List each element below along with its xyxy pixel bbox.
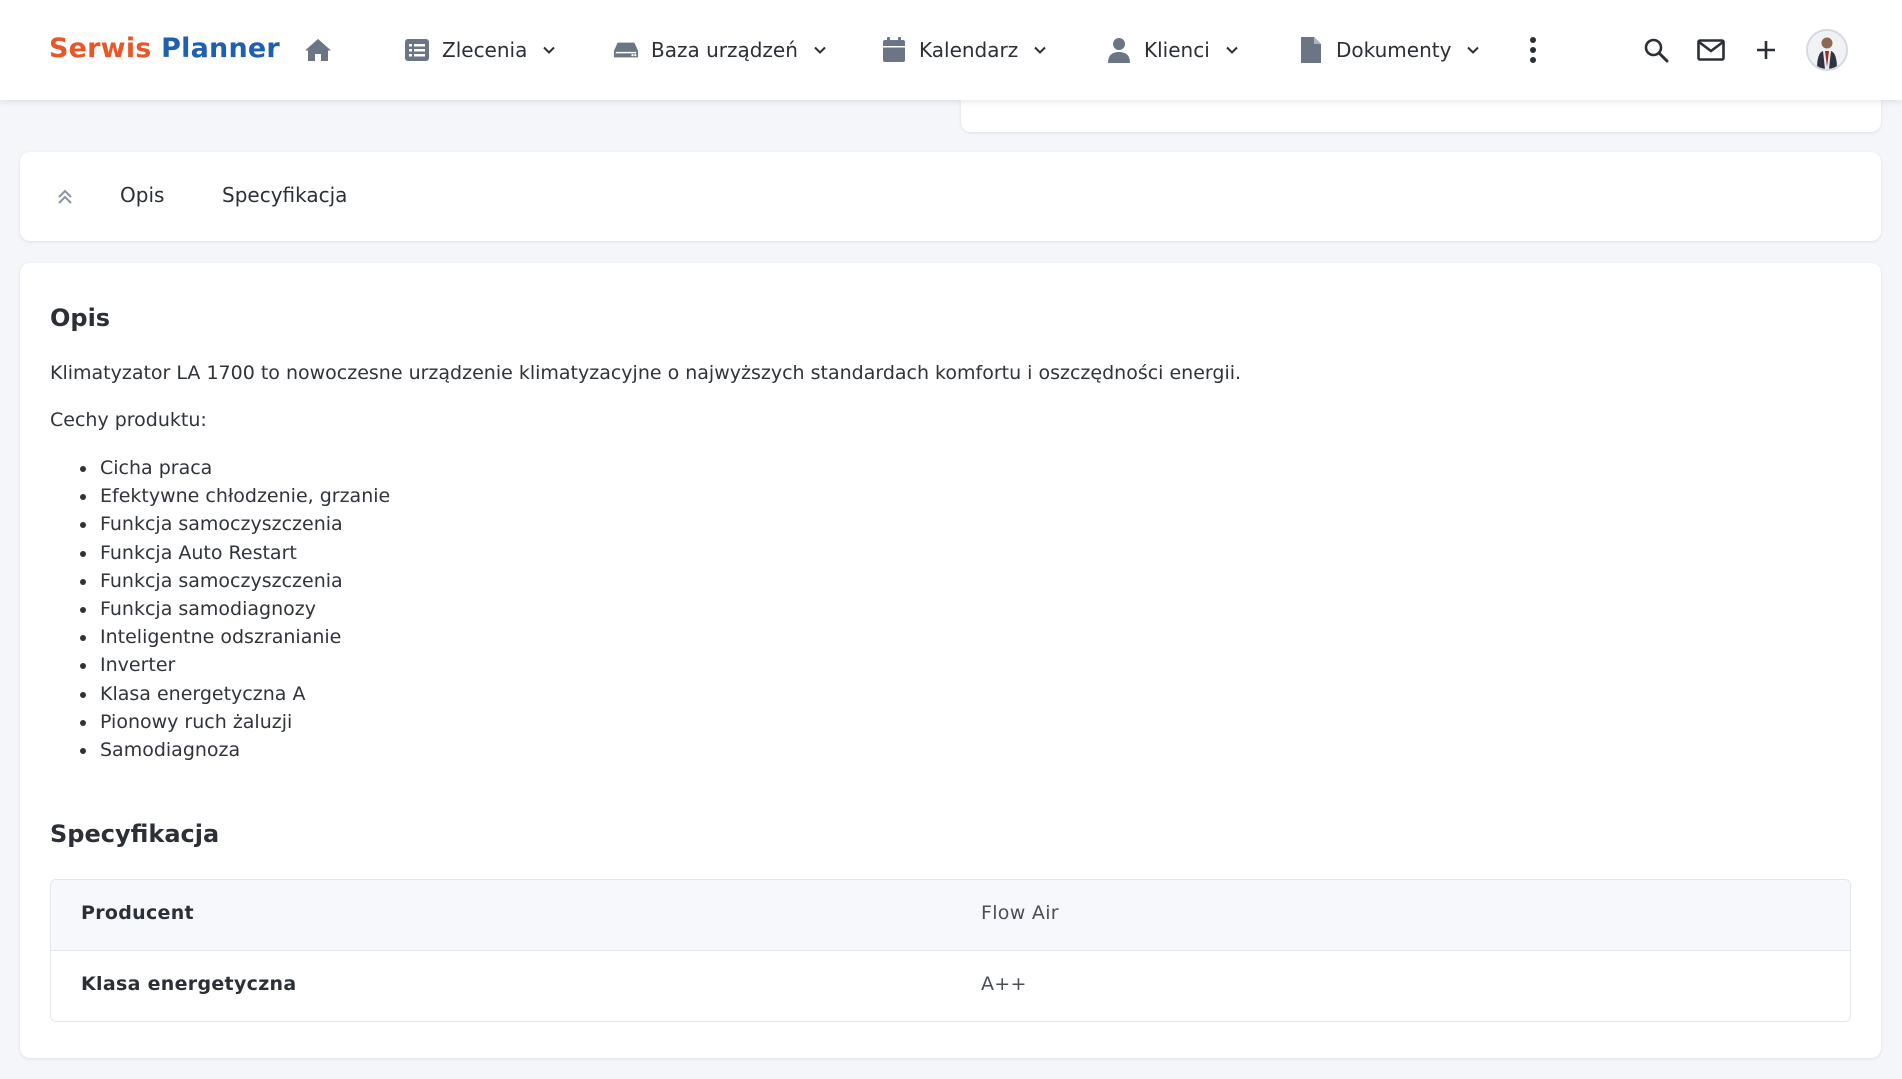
tab-specyfikacja[interactable]: Specyfikacja bbox=[222, 183, 347, 207]
document-icon bbox=[1298, 37, 1324, 63]
spec-key: Klasa energetyczna bbox=[81, 973, 297, 995]
list-item: Klasa energetyczna A bbox=[79, 680, 390, 708]
description-title: Opis bbox=[50, 304, 111, 332]
specification-title: Specyfikacja bbox=[50, 820, 220, 848]
logo-text-planner: Planner bbox=[161, 33, 280, 64]
plus-icon[interactable] bbox=[1751, 35, 1781, 65]
nav-klienci[interactable]: Klienci bbox=[1106, 30, 1240, 70]
nav-kalendarz[interactable]: Kalendarz bbox=[881, 30, 1048, 70]
table-row: Klasa energetyczna A++ bbox=[51, 951, 1850, 1021]
calendar-icon bbox=[881, 37, 907, 63]
chevron-down-icon bbox=[1467, 46, 1480, 54]
avatar[interactable] bbox=[1806, 29, 1848, 71]
list-item: Efektywne chłodzenie, grzanie bbox=[79, 482, 390, 510]
nav-label: Klienci bbox=[1144, 38, 1210, 62]
top-navbar: Serwis Planner Zlecenia Baza urządzeń Ka… bbox=[0, 0, 1902, 100]
device-icon bbox=[613, 37, 639, 63]
search-icon[interactable] bbox=[1641, 35, 1671, 65]
list-item: Funkcja samodiagnozy bbox=[79, 595, 390, 623]
home-icon[interactable] bbox=[304, 37, 332, 63]
nav-label: Zlecenia bbox=[442, 38, 528, 62]
list-item: Pionowy ruch żaluzji bbox=[79, 708, 390, 736]
chevron-down-icon bbox=[543, 46, 556, 54]
list-icon bbox=[404, 37, 430, 63]
features-heading: Cechy produktu: bbox=[50, 409, 207, 431]
list-item: Funkcja samoczyszczenia bbox=[79, 567, 390, 595]
user-icon bbox=[1106, 37, 1132, 63]
list-item: Cicha praca bbox=[79, 454, 390, 482]
nav-dokumenty[interactable]: Dokumenty bbox=[1298, 30, 1481, 70]
list-item: Funkcja samoczyszczenia bbox=[79, 510, 390, 538]
list-item: Samodiagnoza bbox=[79, 736, 390, 764]
chevron-down-icon bbox=[1226, 46, 1238, 54]
logo-text-serwis: Serwis bbox=[49, 33, 152, 64]
nav-baza-urzadzen[interactable]: Baza urządzeń bbox=[613, 30, 828, 70]
more-vertical-icon[interactable] bbox=[1518, 35, 1548, 65]
list-item: Inverter bbox=[79, 651, 390, 679]
spec-value: Flow Air bbox=[981, 902, 1059, 924]
chevron-down-icon bbox=[1034, 46, 1046, 54]
specification-table: Producent Flow Air Klasa energetyczna A+… bbox=[50, 879, 1851, 1022]
features-list: Cicha praca Efektywne chłodzenie, grzani… bbox=[79, 454, 390, 764]
spec-key: Producent bbox=[81, 902, 194, 924]
nav-label: Dokumenty bbox=[1336, 38, 1452, 62]
mail-icon[interactable] bbox=[1696, 35, 1726, 65]
nav-label: Kalendarz bbox=[919, 38, 1019, 62]
list-item: Inteligentne odszranianie bbox=[79, 623, 390, 651]
table-row: Producent Flow Air bbox=[51, 880, 1850, 951]
app-logo[interactable]: Serwis Planner bbox=[49, 33, 280, 64]
list-item: Funkcja Auto Restart bbox=[79, 539, 390, 567]
description-intro: Klimatyzator LA 1700 to nowoczesne urząd… bbox=[50, 362, 1242, 384]
tab-opis[interactable]: Opis bbox=[120, 183, 164, 207]
chevron-double-up-icon[interactable] bbox=[54, 186, 76, 208]
chevron-down-icon bbox=[814, 46, 826, 54]
spec-value: A++ bbox=[981, 973, 1027, 995]
nav-zlecenia[interactable]: Zlecenia bbox=[404, 30, 557, 70]
nav-label: Baza urządzeń bbox=[651, 38, 798, 62]
